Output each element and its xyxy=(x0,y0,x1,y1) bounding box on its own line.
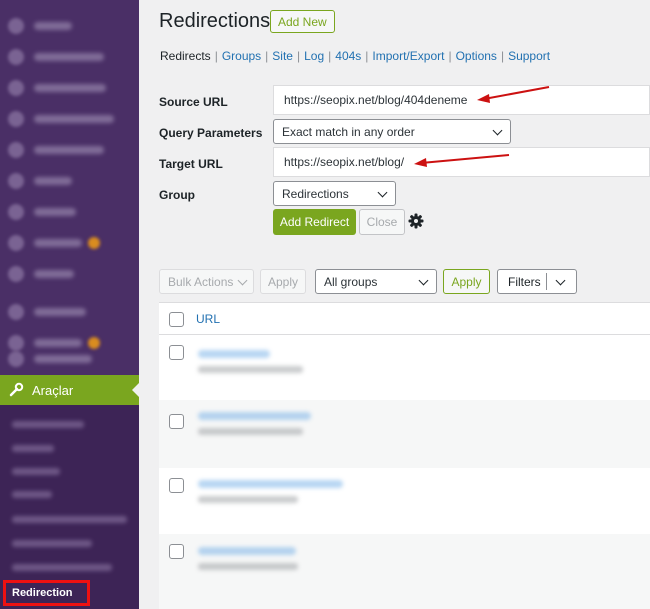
bulk-actions-select[interactable]: Bulk Actions xyxy=(159,269,254,294)
add-new-button[interactable]: Add New xyxy=(270,10,335,33)
submenu-item[interactable] xyxy=(12,516,127,523)
table-header: URL xyxy=(159,303,650,335)
sidebar-item[interactable] xyxy=(0,10,139,42)
sidebar-item-araclar[interactable]: Araçlar xyxy=(0,375,139,405)
submenu-item-redirection[interactable]: Redirection xyxy=(3,580,90,606)
column-header-url[interactable]: URL xyxy=(196,312,220,326)
target-url-label: Target URL xyxy=(159,157,223,171)
menu-icon xyxy=(8,351,24,367)
subnav-groups[interactable]: Groups xyxy=(222,49,261,63)
table-row xyxy=(159,468,650,534)
query-params-select[interactable]: Exact match in any order xyxy=(273,119,511,144)
sidebar-item[interactable] xyxy=(0,227,139,259)
sidebar-item[interactable] xyxy=(0,196,139,228)
close-button[interactable]: Close xyxy=(359,209,405,235)
sidebar-item[interactable] xyxy=(0,258,139,290)
source-url-input[interactable]: https://seopix.net/blog/404deneme xyxy=(273,85,650,115)
menu-icon xyxy=(8,173,24,189)
sidebar-item[interactable] xyxy=(0,103,139,135)
subnav-site[interactable]: Site xyxy=(272,49,293,63)
main-content: Redirections Add New Redirects | Groups | Si… xyxy=(139,0,650,609)
apply-filter-button[interactable]: Apply xyxy=(443,269,490,294)
apply-button[interactable]: Apply xyxy=(260,269,306,294)
table-row xyxy=(159,534,650,609)
query-params-value: Exact match in any order xyxy=(282,124,415,139)
filters-label: Filters xyxy=(508,274,541,289)
submenu-item[interactable] xyxy=(12,564,112,571)
row-target xyxy=(198,428,303,435)
submenu-item[interactable] xyxy=(12,445,54,452)
current-page-pointer xyxy=(132,383,139,397)
chevron-down-icon xyxy=(237,275,248,286)
select-all-checkbox[interactable] xyxy=(169,312,184,327)
menu-icon xyxy=(8,80,24,96)
admin-sidebar: Araçlar Redirection xyxy=(0,0,139,609)
sidebar-item[interactable] xyxy=(0,165,139,197)
menu-icon xyxy=(8,266,24,282)
subnav-404s[interactable]: 404s xyxy=(335,49,361,63)
subnav: Redirects | Groups | Site | Log | 404s | Import/Ex… xyxy=(160,49,551,63)
menu-icon xyxy=(8,235,24,251)
add-redirect-button[interactable]: Add Redirect xyxy=(273,209,356,235)
menu-icon xyxy=(8,111,24,127)
row-checkbox[interactable] xyxy=(169,345,184,360)
sidebar-item-label: Araçlar xyxy=(32,382,74,398)
menu-icon xyxy=(8,304,24,320)
subnav-import-export[interactable]: Import/Export xyxy=(372,49,444,63)
sidebar-item[interactable] xyxy=(0,41,139,73)
target-url-input[interactable]: https://seopix.net/blog/ xyxy=(273,147,650,177)
row-checkbox[interactable] xyxy=(169,478,184,493)
table-row xyxy=(159,336,650,400)
subnav-options[interactable]: Options xyxy=(456,49,497,63)
source-url-label: Source URL xyxy=(159,95,228,109)
page-title: Redirections xyxy=(159,10,271,32)
menu-icon xyxy=(8,18,24,34)
table-row xyxy=(159,400,650,468)
wrench-icon xyxy=(8,382,24,398)
submenu-item[interactable] xyxy=(12,468,60,475)
row-checkbox[interactable] xyxy=(169,414,184,429)
groups-filter-select[interactable]: All groups xyxy=(315,269,437,294)
chevron-down-icon xyxy=(377,187,388,198)
menu-icon xyxy=(8,204,24,220)
submenu-item[interactable] xyxy=(12,540,92,547)
group-label: Group xyxy=(159,188,195,202)
sidebar-item[interactable] xyxy=(0,134,139,166)
notification-badge xyxy=(88,237,100,249)
row-url[interactable] xyxy=(198,412,311,420)
row-url[interactable] xyxy=(198,547,296,555)
query-params-label: Query Parameters xyxy=(159,126,263,140)
chevron-down-icon xyxy=(492,125,503,136)
subnav-support[interactable]: Support xyxy=(508,49,550,63)
group-value: Redirections xyxy=(282,186,349,201)
sidebar-item[interactable] xyxy=(0,343,139,375)
chevron-down-icon xyxy=(418,275,429,286)
redirects-table: URL xyxy=(159,302,650,609)
submenu-item[interactable] xyxy=(12,491,52,498)
row-checkbox[interactable] xyxy=(169,544,184,559)
sidebar-submenu xyxy=(0,405,139,609)
menu-icon xyxy=(8,142,24,158)
row-target xyxy=(198,563,298,570)
sidebar-item[interactable] xyxy=(0,296,139,328)
chevron-down-icon xyxy=(555,275,566,286)
sidebar-item[interactable] xyxy=(0,72,139,104)
row-url[interactable] xyxy=(198,480,343,488)
filters-button[interactable]: Filters xyxy=(497,269,577,294)
subnav-log[interactable]: Log xyxy=(304,49,324,63)
menu-icon xyxy=(8,49,24,65)
submenu-item[interactable] xyxy=(12,421,84,428)
groups-filter-value: All groups xyxy=(324,274,378,289)
group-select[interactable]: Redirections xyxy=(273,181,396,206)
row-target xyxy=(198,496,298,503)
gear-icon[interactable] xyxy=(408,213,424,229)
row-target xyxy=(198,366,303,373)
row-url[interactable] xyxy=(198,350,270,358)
bulk-actions-value: Bulk Actions xyxy=(168,274,234,289)
subnav-current[interactable]: Redirects xyxy=(160,49,211,63)
